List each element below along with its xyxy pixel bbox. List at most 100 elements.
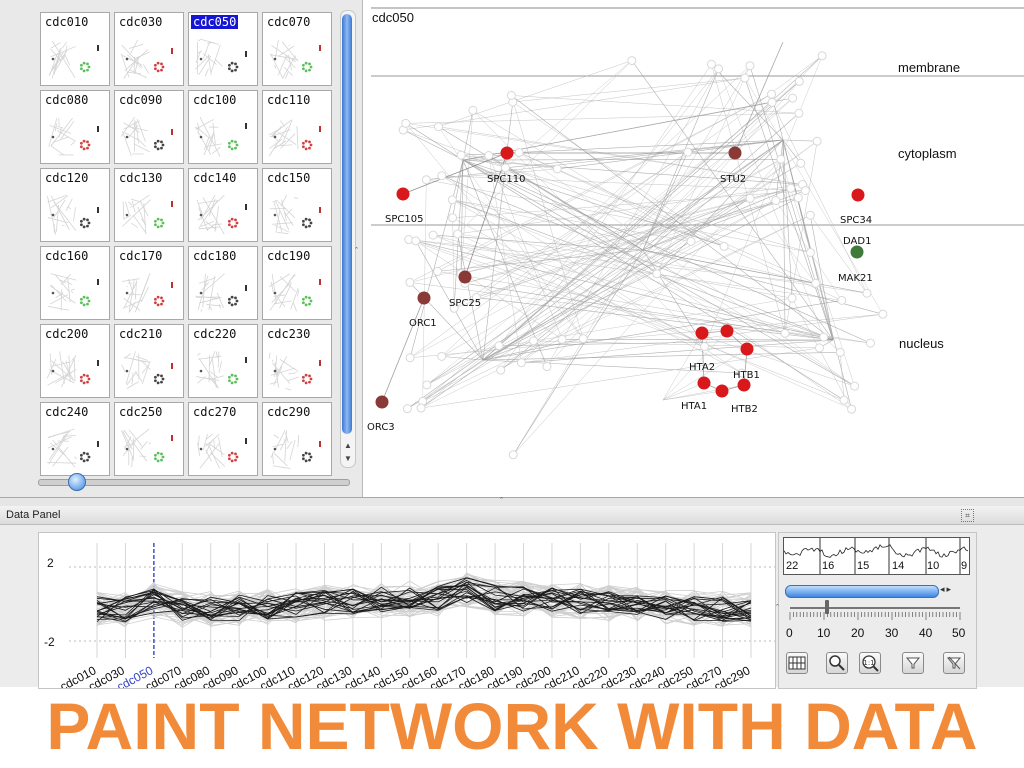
thumbnail-item[interactable]: cdc130 xyxy=(114,168,184,242)
network-node xyxy=(847,404,857,414)
network-node xyxy=(817,51,827,61)
overview-scroll-arrows-icon[interactable]: ◂▸ xyxy=(940,584,953,595)
thumbnail-item[interactable]: cdc180 xyxy=(188,246,258,320)
thumbnail-item[interactable]: cdc110 xyxy=(262,90,332,164)
thumbnail-item[interactable]: cdc160 xyxy=(40,246,110,320)
range-slider[interactable] xyxy=(790,607,960,609)
thumbnail-item[interactable]: cdc090 xyxy=(114,90,184,164)
node-label: SPC105 xyxy=(385,214,423,225)
thumbnail-item[interactable]: cdc010 xyxy=(40,12,110,86)
thumbnail-item[interactable]: cdc140 xyxy=(188,168,258,242)
thumbnail-item[interactable]: cdc030 xyxy=(114,12,184,86)
network-title: cdc050 xyxy=(372,10,414,25)
zoom-fit-button[interactable]: 1:1 xyxy=(859,652,881,674)
network-node[interactable] xyxy=(458,270,472,284)
network-node xyxy=(865,338,875,348)
network-node xyxy=(699,341,709,351)
network-node xyxy=(811,278,821,288)
thumbnail-item[interactable]: cdc230 xyxy=(262,324,332,398)
filter-button[interactable] xyxy=(902,652,924,674)
network-node xyxy=(839,395,849,405)
network-view[interactable]: SPC110 SPC105 SPC25 ORC1 ORC3 STU2 SPC34 DAD1 MA… xyxy=(363,0,1024,497)
thumbnail-network-preview xyxy=(269,39,321,79)
thumbnail-network-preview xyxy=(121,428,173,468)
expression-profile-plot[interactable]: 2 -2 cdc010 cdc030 cdc050 cdc070 cdc080 cdc090 c… xyxy=(38,532,776,694)
thumbnail-label: cdc070 xyxy=(267,15,311,29)
thumbnail-size-slider-knob[interactable] xyxy=(68,473,86,491)
network-node[interactable] xyxy=(728,146,742,160)
maximize-icon[interactable]: ⌗ xyxy=(961,509,974,522)
thumbnail-network-preview xyxy=(196,350,247,389)
expression-profile-chart[interactable]: 2-2cdc010cdc030cdc050cdc070cdc080cdc090c… xyxy=(39,533,775,694)
overview-label: 16 xyxy=(822,560,835,572)
node-label: DAD1 xyxy=(843,236,871,247)
thumbnail-item[interactable]: cdc120 xyxy=(40,168,110,242)
collapse-handle-icon[interactable]: ˆ xyxy=(776,603,779,613)
range-tick-label: 20 xyxy=(851,626,865,640)
network-node xyxy=(780,328,790,338)
filter-icon xyxy=(905,657,921,669)
region-label-nucleus: nucleus xyxy=(899,336,944,351)
thumbnail-item[interactable]: cdc150 xyxy=(262,168,332,242)
overview-scrollbar[interactable] xyxy=(785,585,939,598)
thumbnail-item[interactable]: cdc080 xyxy=(40,90,110,164)
network-node xyxy=(800,186,810,196)
overview-strip[interactable] xyxy=(783,537,970,575)
thumbnail-item[interactable]: cdc250 xyxy=(114,402,184,476)
network-node[interactable] xyxy=(695,326,709,340)
network-node xyxy=(686,236,696,246)
collapse-left-handle-icon[interactable]: ˆ xyxy=(355,246,358,256)
network-node xyxy=(494,341,504,351)
scroll-up-arrow-icon[interactable]: ▲ xyxy=(342,441,354,451)
thumbnail-item[interactable]: cdc240 xyxy=(40,402,110,476)
network-node[interactable] xyxy=(715,384,729,398)
overview-label: 22 xyxy=(786,560,799,572)
network-node[interactable] xyxy=(740,342,754,356)
network-node xyxy=(437,351,447,361)
network-node[interactable] xyxy=(500,146,514,160)
node-label: SPC25 xyxy=(449,298,481,309)
network-node xyxy=(835,347,845,357)
thumbnail-label: cdc270 xyxy=(193,405,237,419)
network-node[interactable] xyxy=(851,188,865,202)
network-node xyxy=(552,164,562,174)
network-node[interactable] xyxy=(375,395,389,409)
network-node xyxy=(421,175,431,185)
thumbnail-label: cdc230 xyxy=(267,327,311,341)
network-node[interactable] xyxy=(697,376,711,390)
network-node xyxy=(805,210,815,220)
network-node xyxy=(496,365,506,375)
thumbnail-label: cdc140 xyxy=(193,171,237,185)
thumbnail-label: cdc110 xyxy=(267,93,311,107)
network-node xyxy=(401,118,411,128)
thumbnail-item[interactable]: cdc190 xyxy=(262,246,332,320)
heatmap-button[interactable] xyxy=(786,652,808,674)
thumbnail-item[interactable]: cdc100 xyxy=(188,90,258,164)
thumbnail-scrollbar[interactable] xyxy=(340,10,356,468)
node-label: ORC1 xyxy=(409,318,437,329)
thumbnail-item[interactable]: cdc290 xyxy=(262,402,332,476)
thumbnail-item[interactable]: cdc210 xyxy=(114,324,184,398)
network-node[interactable] xyxy=(850,245,864,259)
thumbnail-scrollbar-thumb[interactable] xyxy=(342,14,352,434)
network-node xyxy=(788,93,798,103)
network-node xyxy=(837,295,847,305)
collapse-up-handle-icon[interactable]: ˆ xyxy=(500,496,503,506)
thumbnail-item[interactable]: cdc220 xyxy=(188,324,258,398)
network-node[interactable] xyxy=(417,291,431,305)
thumbnail-item[interactable]: cdc200 xyxy=(40,324,110,398)
range-tick-label: 10 xyxy=(817,626,831,640)
thumbnail-item[interactable]: cdc070 xyxy=(262,12,332,86)
network-node xyxy=(411,236,421,246)
network-node xyxy=(683,147,693,157)
thumbnail-item[interactable]: cdc050 xyxy=(188,12,258,86)
thumbnail-item[interactable]: cdc270 xyxy=(188,402,258,476)
network-node[interactable] xyxy=(720,324,734,338)
zoom-in-button[interactable] xyxy=(826,652,848,674)
clear-filter-button[interactable] xyxy=(943,652,965,674)
network-node xyxy=(416,403,426,413)
scroll-down-arrow-icon[interactable]: ▼ xyxy=(342,454,354,464)
node-label: ORC3 xyxy=(367,422,395,433)
thumbnail-item[interactable]: cdc170 xyxy=(114,246,184,320)
network-node[interactable] xyxy=(396,187,410,201)
